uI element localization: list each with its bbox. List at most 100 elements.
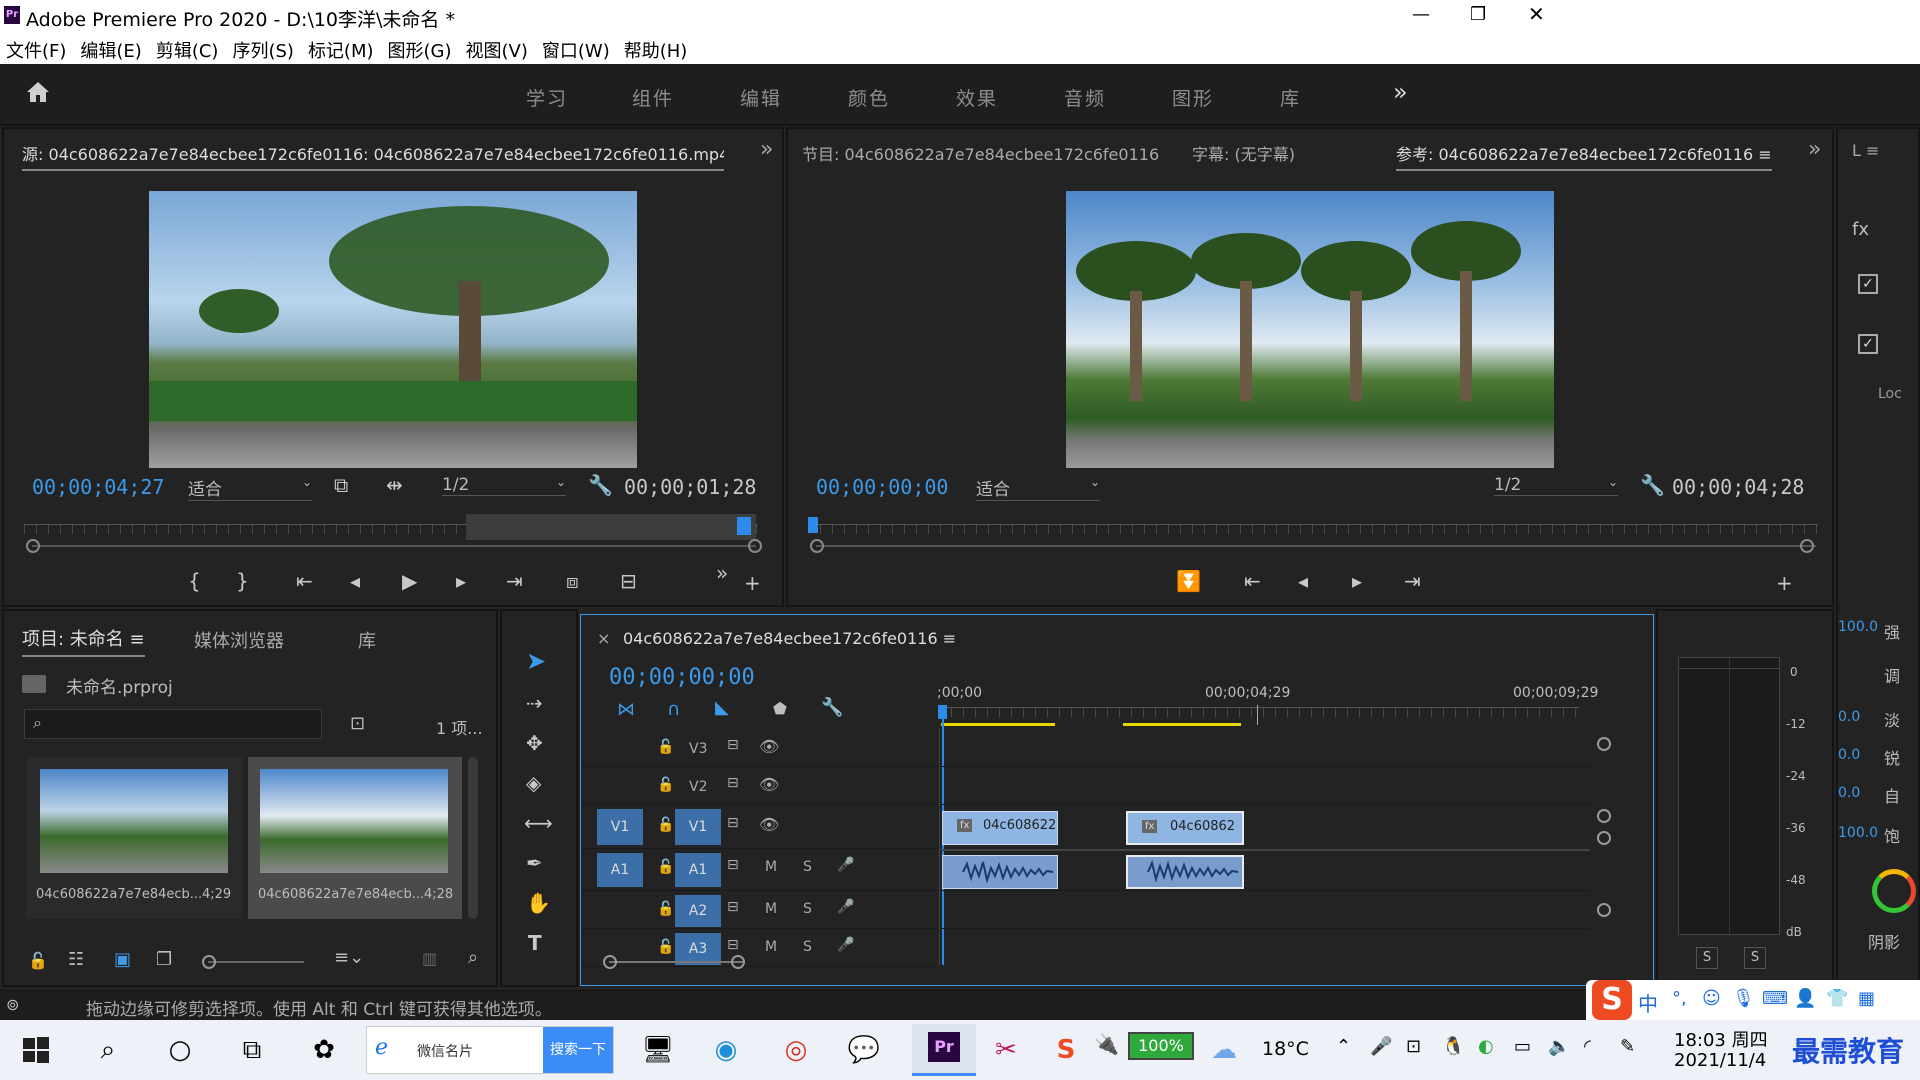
source-timecode[interactable]: 00;00;04;27	[32, 475, 164, 499]
tray-app-icon[interactable]: ⊡	[1406, 1036, 1421, 1057]
list-view-icon[interactable]: ☷	[68, 949, 84, 970]
sogou-tray-icon[interactable]: S	[1048, 1032, 1084, 1068]
insert-icon[interactable]: ⧈	[566, 569, 579, 593]
source-overflow-button[interactable]: »	[760, 137, 773, 162]
sync-icon[interactable]: ⊟	[727, 775, 739, 791]
search-icon[interactable]: ⌕	[468, 947, 478, 968]
workspace-overflow-button[interactable]: »	[1393, 78, 1410, 106]
play-icon[interactable]: ▶	[402, 569, 417, 593]
cortana-icon[interactable]: ○	[162, 1032, 198, 1068]
source-fit-dropdown[interactable]: 适合 ⌄	[188, 475, 312, 501]
program-zoom-bar[interactable]	[816, 545, 1816, 547]
eye-icon[interactable]: 👁	[759, 775, 779, 794]
tray-mic-icon[interactable]: 🎤	[1370, 1036, 1392, 1057]
menu-view[interactable]: 视图(V)	[466, 37, 528, 63]
workspace-learn[interactable]: 学习	[526, 84, 568, 111]
menu-help[interactable]: 帮助(H)	[624, 37, 688, 63]
emoji-icon[interactable]: ☺	[1702, 988, 1721, 1009]
program-quality-dropdown[interactable]: 1/2 ⌄	[1494, 475, 1618, 496]
home-icon[interactable]	[24, 78, 52, 106]
task-view-icon[interactable]: ⧉	[234, 1032, 270, 1068]
zoom-slider[interactable]	[202, 955, 304, 969]
track-label-a2[interactable]: A2	[675, 895, 721, 927]
taskbar-search-box[interactable]: ℯ 微信名片 搜索一下	[366, 1026, 614, 1074]
solo-left-button[interactable]: S	[1696, 947, 1718, 969]
lock-icon[interactable]: 🔓	[657, 859, 674, 875]
lock-icon[interactable]: 🔓	[657, 739, 674, 755]
lock-icon[interactable]: 🔓	[28, 951, 48, 970]
menu-clip[interactable]: 剪辑(C)	[156, 37, 219, 63]
lock-icon[interactable]: 🔓	[657, 777, 674, 793]
value-4[interactable]: 0.0	[1838, 785, 1860, 801]
automate-icon[interactable]: ▥	[422, 949, 437, 968]
go-to-in-icon[interactable]: ⇤	[1244, 569, 1261, 593]
menu-icon[interactable]: ≡	[1758, 145, 1771, 164]
go-to-out-icon[interactable]: ⇥	[506, 569, 523, 593]
keyboard-icon[interactable]: ⌨	[1762, 988, 1788, 1009]
vertical-scroll-handle[interactable]	[1597, 903, 1611, 917]
source-quality-dropdown[interactable]: 1/2 ⌄	[442, 475, 566, 496]
workspace-editing[interactable]: 编辑	[740, 84, 782, 111]
add-button-icon[interactable]: +	[1776, 571, 1793, 595]
workspace-color[interactable]: 颜色	[848, 84, 890, 111]
app-icon-1[interactable]: ✿	[306, 1032, 342, 1068]
source-inout-range[interactable]	[466, 514, 756, 540]
zoom-handle-right[interactable]	[1800, 539, 1814, 553]
media-browser-tab[interactable]: 媒体浏览器	[194, 627, 284, 653]
battery-indicator[interactable]: 🔌 100%	[1094, 1032, 1194, 1060]
pen-tool-icon[interactable]: ✒	[526, 851, 543, 875]
menu-icon[interactable]: ≡	[130, 629, 145, 650]
ime-mode[interactable]: 中	[1638, 988, 1658, 1017]
eye-icon[interactable]: 👁	[759, 815, 779, 834]
export-frame-icon[interactable]: ⧉	[334, 473, 348, 497]
video-clip-2[interactable]: fx 04c60862	[1126, 811, 1244, 845]
mark-out-icon[interactable]: }	[236, 569, 249, 593]
value-3[interactable]: 0.0	[1838, 747, 1860, 763]
mark-in-icon[interactable]: {	[188, 569, 201, 593]
lumetri-tab[interactable]: L ≡	[1852, 141, 1879, 160]
sync-icon[interactable]: ⊟	[727, 737, 739, 753]
menu-icon[interactable]: ≡	[943, 629, 956, 648]
value-2[interactable]: 0.0	[1838, 709, 1860, 725]
punctuation-icon[interactable]: °,	[1672, 988, 1687, 1009]
network-icon[interactable]: ◜	[1584, 1036, 1591, 1057]
sync-icon[interactable]: ⊟	[727, 857, 739, 873]
checkbox-1[interactable]: ✓	[1858, 274, 1878, 294]
sync-icon[interactable]: ⊟	[727, 937, 739, 953]
lock-icon[interactable]: 🔓	[657, 901, 674, 917]
taskbar-search-button[interactable]: 搜索一下	[543, 1027, 613, 1073]
mic-icon[interactable]: 🎤	[837, 937, 854, 953]
menu-edit[interactable]: 编辑(E)	[80, 37, 141, 63]
workspace-audio[interactable]: 音频	[1064, 84, 1106, 111]
timeline-timecode[interactable]: 00;00;00;00	[609, 665, 755, 690]
mic-icon[interactable]: 🎤	[837, 857, 854, 873]
sync-icon[interactable]: ⊟	[727, 815, 739, 831]
program-overflow-button[interactable]: »	[1808, 137, 1821, 162]
edge-icon[interactable]: ◉	[708, 1032, 744, 1068]
project-item[interactable]: 04c608622a7e7e84ecb... 4;29	[26, 757, 242, 919]
slip-tool-icon[interactable]: ⟷	[524, 811, 553, 835]
menu-file[interactable]: 文件(F)	[6, 37, 66, 63]
source-tab[interactable]: 源: 04c608622a7e7e84ecbee172c6fe0116: 04c…	[22, 141, 724, 171]
libraries-tab[interactable]: 库	[358, 627, 376, 653]
audio-clip-1[interactable]	[942, 855, 1058, 889]
solo-right-button[interactable]: S	[1744, 947, 1766, 969]
tray-chevron-up-icon[interactable]: ⌃	[1336, 1036, 1351, 1057]
settings-wrench-icon[interactable]: 🔧	[821, 697, 843, 718]
type-tool-icon[interactable]: T	[528, 931, 542, 955]
solo-button[interactable]: S	[803, 939, 812, 955]
clock-time[interactable]: 18:03 周四	[1674, 1026, 1768, 1052]
program-playhead[interactable]	[808, 517, 818, 533]
insert-overwrite-icon[interactable]: ⇹	[386, 473, 403, 497]
menu-sequence[interactable]: 序列(S)	[232, 37, 293, 63]
source-patch-v1[interactable]: V1	[597, 809, 643, 845]
security-icon[interactable]: ◐	[1478, 1036, 1494, 1057]
audio-clip-2[interactable]	[1126, 855, 1244, 889]
program-fit-dropdown[interactable]: 适合 ⌄	[976, 475, 1100, 501]
mic-icon[interactable]: 🎙	[1732, 988, 1755, 1009]
chrome-icon[interactable]: ◎	[778, 1032, 814, 1068]
mute-button[interactable]: M	[765, 901, 777, 917]
eye-icon[interactable]: 👁	[759, 737, 779, 756]
timeline-tab[interactable]: 04c608622a7e7e84ecbee172c6fe0116 ≡	[623, 629, 956, 648]
vertical-scroll-handle[interactable]	[1597, 809, 1611, 823]
